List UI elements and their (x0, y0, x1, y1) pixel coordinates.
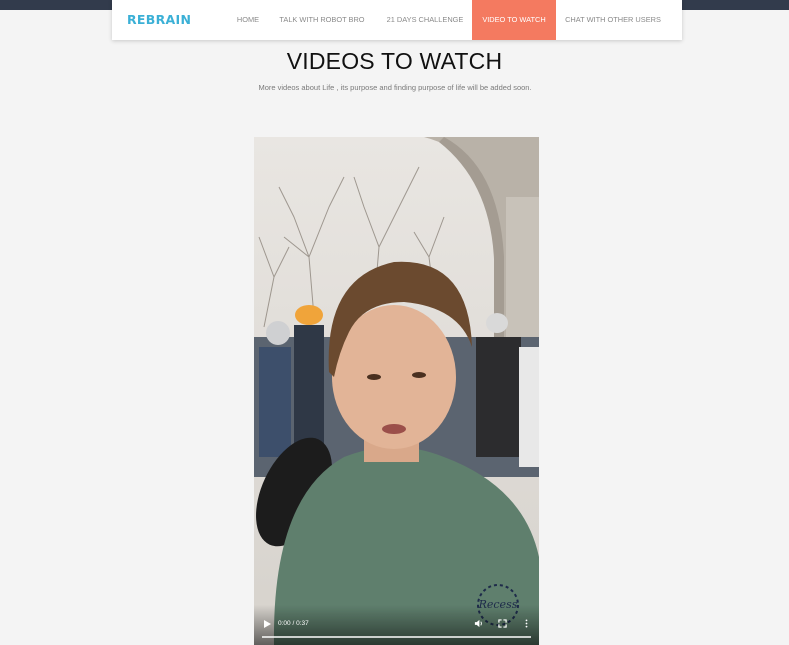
video-player[interactable]: Recess 0:00 / 0:37 (254, 137, 539, 645)
video-frame (254, 137, 539, 645)
video-progress-bar[interactable] (262, 636, 531, 638)
video-time: 0:00 / 0:37 (278, 620, 309, 627)
volume-icon[interactable] (474, 619, 483, 628)
page-subtitle: More videos about Life , its purpose and… (258, 83, 532, 92)
brand-logo[interactable]: REBRAIN (127, 12, 191, 27)
page-title: VIDEOS TO WATCH (286, 48, 503, 74)
navbar: REBRAIN HOME TALK WITH ROBOT BRO 21 DAYS… (112, 0, 682, 40)
fullscreen-icon[interactable] (498, 619, 507, 628)
video-controls: 0:00 / 0:37 (254, 605, 539, 645)
nav-chat-with-other-users[interactable]: CHAT WITH OTHER USERS (560, 0, 666, 40)
more-options-icon[interactable] (522, 619, 531, 628)
nav-home[interactable]: HOME (231, 0, 265, 40)
nav-21-days-challenge[interactable]: 21 DAYS CHALLENGE (378, 0, 472, 40)
nav-video-to-watch[interactable]: VIDEO TO WATCH (472, 0, 556, 40)
play-icon[interactable] (262, 619, 272, 629)
nav-talk-with-robot-bro[interactable]: TALK WITH ROBOT BRO (274, 0, 370, 40)
